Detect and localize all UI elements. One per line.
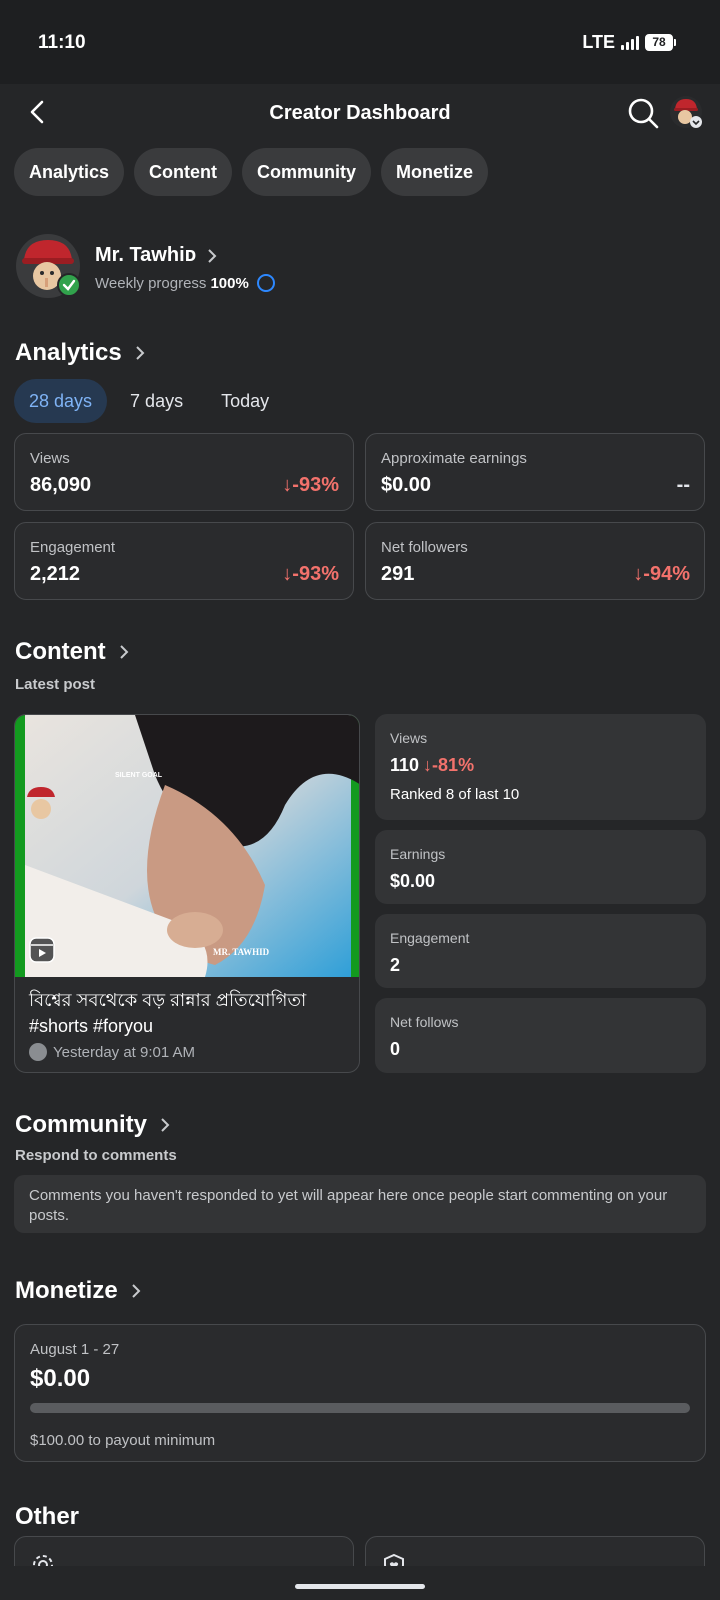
- profile-name: Mr. Tawhiᴅ: [95, 244, 220, 267]
- signal-icon: [621, 35, 639, 50]
- tab-community[interactable]: Community: [242, 148, 372, 196]
- metric-label: Views: [390, 730, 428, 746]
- metric-value: 0: [390, 1039, 401, 1059]
- chevron-right-icon: [131, 1284, 141, 1298]
- watermark-text: MR. TAWHID: [213, 947, 270, 957]
- stat-label: Engagement: [30, 539, 116, 556]
- stat-change: ↓-93%: [282, 563, 339, 585]
- dashboard-tabs: Analytics Content Community Monetize: [14, 148, 489, 196]
- account-avatar[interactable]: [670, 96, 702, 128]
- monetize-section-title[interactable]: Monetize: [15, 1277, 144, 1305]
- stat-card-engagement[interactable]: Engagement 2,212 ↓-93%: [14, 522, 354, 600]
- community-section-title[interactable]: Community: [15, 1111, 173, 1139]
- post-metric-engagement[interactable]: Engagement 2: [375, 914, 706, 988]
- other-title: Other: [15, 1503, 80, 1530]
- stat-value: 291: [381, 563, 415, 585]
- stat-card-earnings[interactable]: Approximate earnings $0.00 --: [365, 433, 705, 511]
- weekly-progress-value: 100%: [210, 274, 249, 292]
- date-range-selector: 28 days 7 days Today: [14, 379, 284, 423]
- payout-progress-bar: [30, 1403, 690, 1413]
- post-caption: বিশ্বের সবথেকে বড় রান্নার প্রতিযোগিতা #…: [29, 990, 307, 1036]
- nav-bar-background: [0, 1566, 720, 1600]
- search-icon[interactable]: [626, 96, 660, 130]
- range-28-days[interactable]: 28 days: [14, 379, 108, 423]
- chevron-right-icon: [119, 645, 129, 659]
- status-time: 11:10: [38, 32, 86, 53]
- range-7-days[interactable]: 7 days: [115, 379, 198, 423]
- profile-name-text: Mr. Tawhiᴅ: [95, 244, 197, 266]
- range-today[interactable]: Today: [206, 379, 284, 423]
- profile-summary[interactable]: Mr. Tawhiᴅ Weekly progress 100%: [16, 232, 696, 302]
- metric-value: $0.00: [390, 871, 436, 891]
- payout-note: $100.00 to payout minimum: [30, 1432, 216, 1449]
- monetize-title: Monetize: [15, 1277, 118, 1304]
- stat-change: ↓-94%: [633, 563, 690, 585]
- app-header: Creator Dashboard: [0, 84, 720, 144]
- metric-value: 2: [390, 955, 401, 975]
- stat-value: $0.00: [381, 474, 432, 496]
- home-indicator[interactable]: [295, 1584, 425, 1589]
- post-thumbnail: SILENT GOAL MR. TAWHID: [15, 715, 359, 977]
- other-section-title: Other: [15, 1503, 79, 1531]
- progress-ring-icon: [256, 274, 275, 292]
- payout-card[interactable]: August 1 - 27 $0.00 $100.00 to payout mi…: [14, 1324, 706, 1462]
- stat-change: ↓-93%: [282, 474, 339, 496]
- status-bar: 11:10 LTE 78: [0, 0, 720, 84]
- stat-change: --: [676, 474, 690, 496]
- battery-icon: 78: [645, 34, 676, 51]
- post-metric-net-follows[interactable]: Net follows 0: [375, 998, 706, 1073]
- payout-range: August 1 - 27: [30, 1341, 120, 1358]
- tab-analytics[interactable]: Analytics: [14, 148, 125, 196]
- reel-icon: [29, 937, 55, 963]
- post-metric-views[interactable]: Views 110 ↓-81% Ranked 8 of last 10: [375, 714, 706, 820]
- globe-icon: [29, 1043, 47, 1061]
- weekly-progress: Weekly progress 100%: [95, 274, 275, 292]
- community-title: Community: [15, 1111, 147, 1138]
- weekly-progress-label: Weekly progress: [95, 274, 207, 292]
- post-time: Yesterday at 9:01 AM: [29, 1043, 195, 1061]
- community-subtitle: Respond to comments: [15, 1147, 177, 1164]
- post-time-text: Yesterday at 9:01 AM: [53, 1043, 196, 1061]
- stat-card-net-followers[interactable]: Net followers 291 ↓-94%: [365, 522, 705, 600]
- stat-label: Views: [30, 450, 70, 467]
- content-section-title[interactable]: Content: [15, 638, 132, 666]
- stat-label: Net followers: [381, 539, 468, 556]
- chevron-right-icon: [208, 248, 217, 263]
- payout-amount: $0.00: [30, 1365, 91, 1392]
- page-title: Creator Dashboard: [269, 102, 451, 124]
- stat-label: Approximate earnings: [381, 450, 527, 467]
- chevron-right-icon: [136, 346, 145, 360]
- metric-label: Earnings: [390, 846, 446, 862]
- metric-label: Net follows: [390, 1014, 459, 1030]
- metric-label: Engagement: [390, 930, 470, 946]
- tab-monetize[interactable]: Monetize: [381, 148, 489, 196]
- content-subtitle: Latest post: [15, 676, 96, 693]
- profile-avatar: [16, 234, 80, 298]
- analytics-title: Analytics: [15, 339, 122, 366]
- analytics-section-title[interactable]: Analytics: [15, 339, 148, 367]
- metric-rank: Ranked 8 of last 10: [390, 786, 520, 803]
- stat-card-views[interactable]: Views 86,090 ↓-93%: [14, 433, 354, 511]
- network-type: LTE: [582, 32, 615, 52]
- latest-post-card[interactable]: SILENT GOAL MR. TAWHID বিশ্বের সবথেকে বড…: [14, 714, 360, 1073]
- tab-content[interactable]: Content: [134, 148, 233, 196]
- stat-value: 2,212: [30, 563, 81, 585]
- stat-value: 86,090: [30, 474, 92, 496]
- chevron-right-icon: [161, 1118, 170, 1132]
- content-title: Content: [15, 638, 106, 665]
- battery-level: 78: [645, 34, 673, 51]
- metric-value: 110 ↓-81%: [390, 755, 475, 775]
- comments-empty-notice: Comments you haven't responded to yet wi…: [14, 1175, 706, 1233]
- overlay-top-text: SILENT GOAL: [115, 772, 163, 779]
- post-metric-earnings[interactable]: Earnings $0.00: [375, 830, 706, 904]
- status-indicators: LTE 78: [582, 32, 676, 53]
